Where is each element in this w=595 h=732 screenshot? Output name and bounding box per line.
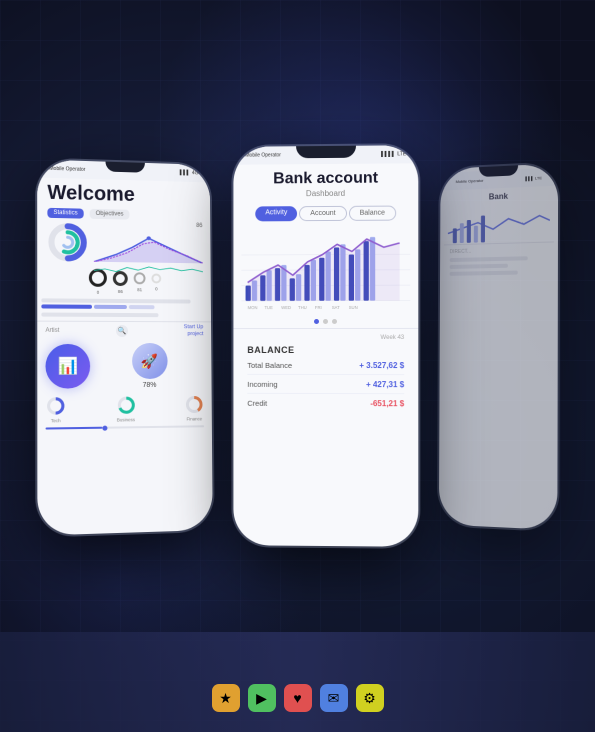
signal-left: ▌▌▌: [179, 170, 189, 176]
chart-row-1: 86: [37, 220, 210, 267]
business-label: Business: [115, 417, 135, 422]
tab-activity[interactable]: Activity: [255, 206, 297, 221]
credit-value: -651,21 $: [370, 399, 404, 408]
balance-row-incoming: Incoming + 427,31 $: [247, 380, 404, 394]
heart-icon: ♥: [293, 690, 301, 706]
play-icon: ▶: [256, 690, 267, 707]
bank-title: Bank account: [245, 169, 406, 188]
carrier-right: Mobile Operator: [455, 177, 483, 183]
app-icon-heart[interactable]: ♥: [284, 684, 312, 712]
right-partial-content: Bank DIRECT...: [443, 186, 553, 280]
balance-row-total: Total Balance + 3.527,62 $: [247, 361, 404, 375]
svg-text:MON: MON: [247, 305, 257, 310]
donut-business: Business: [115, 395, 135, 422]
carrier-left: Mobile Operator: [49, 166, 85, 173]
tab-account[interactable]: Account: [299, 206, 346, 221]
app-icon-star[interactable]: ★: [212, 684, 240, 712]
svg-text:SUN: SUN: [348, 305, 357, 310]
percent-78: 78%: [94, 382, 204, 390]
svg-text:TUE: TUE: [264, 305, 273, 310]
week-label: Week 43: [247, 335, 404, 341]
phone-right: Mobile Operator ▌▌▌ LTE Bank: [438, 163, 557, 530]
star-icon: ★: [219, 690, 232, 707]
app-icon-mail[interactable]: ✉: [320, 684, 348, 712]
track-progress: [45, 427, 102, 430]
signal-right: ▌▌▌ LTE: [525, 175, 542, 181]
svg-text:SAT: SAT: [331, 305, 339, 310]
dots-row: [233, 315, 418, 328]
bar-section-left: [37, 298, 211, 321]
tab-statistics[interactable]: Statistics: [47, 208, 83, 219]
small-donuts-row: Tech Business Finance: [37, 393, 212, 426]
app-icon-settings[interactable]: ⚙: [356, 684, 384, 712]
track-dot: [102, 425, 107, 430]
dot-2: [323, 319, 328, 324]
rocket-circle: 🚀: [131, 343, 167, 379]
chart-area-center: MON TUE WED THU FRI SAT SUN: [233, 225, 418, 316]
finance-label: Finance: [184, 417, 203, 422]
tech-label: Tech: [45, 418, 65, 423]
network-left: 4G: [191, 170, 197, 176]
right-bottom-col: 🚀 78%: [94, 343, 204, 389]
triangle-chart: 86: [93, 221, 202, 266]
artist-row[interactable]: Artist 🔍 Start Upproject: [37, 321, 211, 340]
dashboard-label: Dashboard: [245, 188, 406, 198]
svg-text:THU: THU: [298, 305, 307, 310]
credit-label: Credit: [247, 399, 267, 408]
mail-icon: ✉: [328, 690, 340, 707]
settings-icon: ⚙: [363, 690, 376, 707]
bottom-icons-row: ★ ▶ ♥ ✉ ⚙: [212, 684, 384, 712]
donut-tech: Tech: [45, 396, 65, 424]
notch-left: [104, 162, 143, 173]
svg-text:FRI: FRI: [314, 305, 321, 310]
artist-search[interactable]: 🔍: [116, 325, 128, 337]
balance-title: BALANCE: [247, 345, 404, 355]
tab-objectives[interactable]: Objectives: [89, 209, 129, 220]
welcome-title: Welcome: [47, 182, 200, 208]
total-balance-label: Total Balance: [247, 361, 292, 370]
dot-3: [331, 319, 336, 324]
network-center: LTE: [397, 151, 406, 157]
phone-left: Mobile Operator ▌▌▌ 4G Welcome Statistic…: [37, 159, 213, 535]
phone-center: Mobile Operator ▌▌▌▌ LTE Bank account Da…: [233, 145, 418, 547]
track-bar[interactable]: [45, 425, 204, 429]
center-header: Bank account Dashboard: [233, 163, 418, 202]
balance-section: Week 43 BALANCE Total Balance + 3.527,62…: [233, 328, 418, 423]
donut-chart: [45, 220, 90, 265]
tab-balance[interactable]: Balance: [348, 206, 395, 221]
equalizer-icon: 📊: [57, 356, 77, 376]
artist-label: Artist: [45, 327, 59, 333]
balance-row-credit: Credit -651,21 $: [247, 399, 404, 412]
total-balance-value: + 3.527,62 $: [359, 361, 404, 370]
left-bottom: 📊 🚀 78%: [37, 339, 211, 394]
incoming-label: Incoming: [247, 380, 277, 389]
tab-pills-row[interactable]: Activity Account Balance: [233, 201, 418, 225]
svg-text:WED: WED: [281, 305, 291, 310]
left-header: Welcome: [37, 177, 210, 209]
dot-1: [314, 319, 319, 324]
signal-center: ▌▌▌▌: [381, 151, 395, 157]
donut-finance: Finance: [184, 395, 204, 422]
incoming-value: + 427,31 $: [365, 380, 403, 389]
app-icon-play[interactable]: ▶: [248, 684, 276, 712]
carrier-center: Mobile Operator: [245, 152, 281, 158]
music-player-circle[interactable]: 📊: [45, 344, 90, 389]
startup-badge: Start Upproject: [183, 324, 203, 337]
phones-container: Mobile Operator ▌▌▌ 4G Welcome Statistic…: [0, 0, 595, 732]
notch-center: [295, 146, 355, 159]
